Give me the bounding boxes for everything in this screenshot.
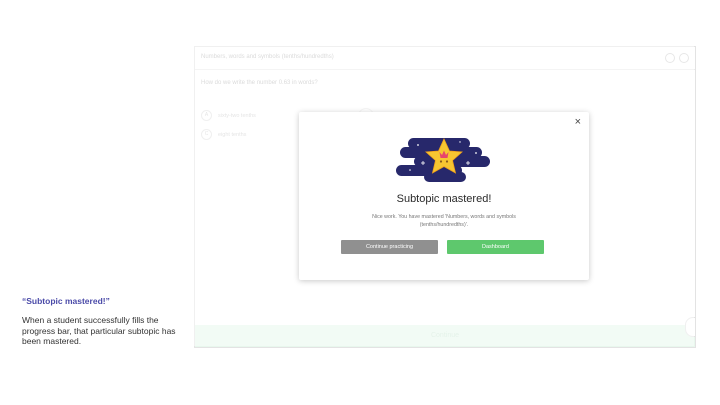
caption-body: When a student successfully fills the pr…: [22, 315, 176, 346]
close-icon[interactable]: ×: [575, 116, 581, 128]
caption: “Subtopic mastered!” When a student succ…: [22, 296, 182, 347]
caption-title: “Subtopic mastered!”: [22, 296, 110, 306]
continue-practicing-button[interactable]: Continue practicing: [341, 240, 438, 254]
modal-title: Subtopic mastered!: [396, 193, 492, 205]
dashboard-button[interactable]: Dashboard: [447, 240, 544, 254]
modal-message: Nice work. You have mastered 'Numbers, w…: [372, 214, 516, 228]
subtopic-mastered-modal: × Subtopic mastered! Nice work. You have…: [299, 112, 589, 280]
star-celebration-illustration: [396, 138, 490, 182]
